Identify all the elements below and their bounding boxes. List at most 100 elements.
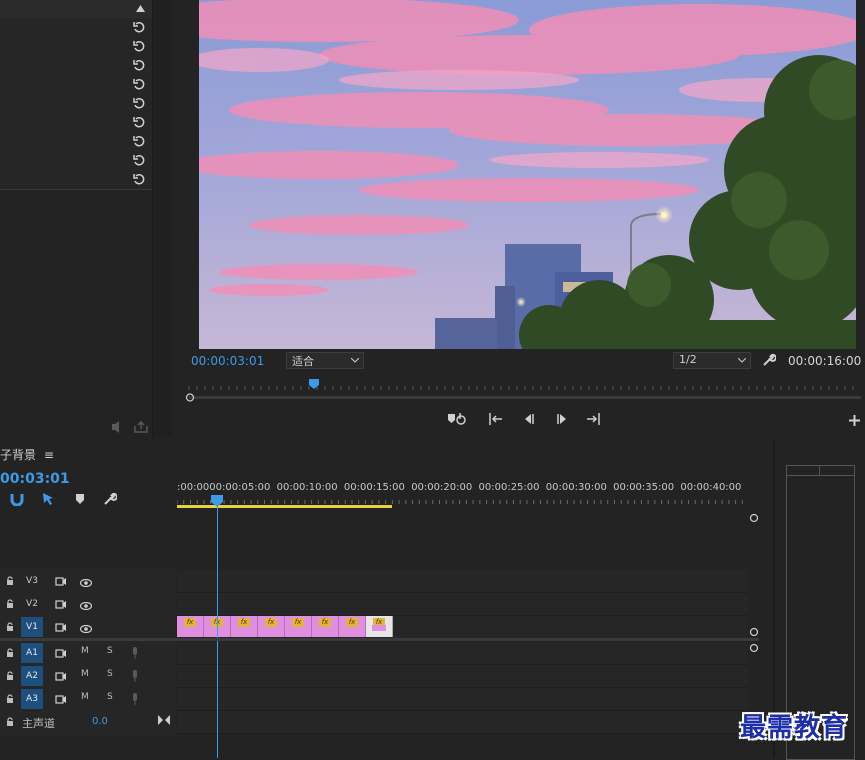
chevron-down-icon [738,358,746,363]
fx-badge[interactable]: fx [238,618,250,627]
reset-parameter-icon[interactable] [133,97,145,109]
video-lane-v2[interactable] [177,593,748,616]
sync-lock-icon[interactable] [55,623,67,632]
reset-parameter-icon[interactable] [133,40,145,52]
mute-button[interactable]: M [81,692,89,702]
sequence-name: 子背景 [0,448,37,462]
wrench-settings-icon[interactable] [762,353,776,367]
sequence-tab[interactable]: 子背景 ≡ [0,446,54,463]
timeline-settings-wrench-icon[interactable] [103,492,117,506]
panel-menu-icon[interactable]: ≡ [44,448,54,462]
add-marker-icon[interactable] [75,493,85,505]
track-target-v2[interactable]: V2 [21,594,43,614]
playhead-timecode[interactable]: 00:00:03:01 [191,354,264,368]
go-to-in-point-icon[interactable] [489,413,503,425]
master-volume-value[interactable]: 0.0 [92,716,108,727]
video-clip[interactable]: fx [258,616,285,637]
sync-lock-icon[interactable] [55,600,67,609]
fx-badge[interactable]: fx [346,618,358,627]
lock-track-icon[interactable] [6,599,14,609]
reset-parameter-icon[interactable] [133,78,145,90]
voiceover-mic-icon[interactable] [131,693,139,705]
mute-button[interactable]: M [81,669,89,679]
add-marker-icon[interactable] [447,412,469,427]
track-target-a2[interactable]: A2 [21,666,43,686]
step-forward-icon[interactable] [555,413,569,425]
effect-property-row[interactable] [0,113,152,133]
video-audio-divider[interactable] [0,638,759,641]
voiceover-mic-icon[interactable] [131,647,139,659]
track-target-a1[interactable]: A1 [21,643,43,663]
linked-selection-icon[interactable] [42,492,56,506]
video-clip[interactable]: fx [231,616,258,637]
effect-property-row[interactable] [0,94,152,114]
effect-property-row[interactable] [0,132,152,152]
add-button-icon[interactable] [849,415,860,426]
lock-track-icon[interactable] [6,694,14,704]
fx-badge[interactable]: fx [319,618,331,627]
solo-button[interactable]: S [107,692,113,702]
go-to-out-point-icon[interactable] [586,413,600,425]
monitor-scrub-bar[interactable] [185,393,861,402]
effect-property-row[interactable] [0,75,152,95]
toggle-visibility-eye-icon[interactable] [79,578,93,588]
reset-parameter-icon[interactable] [133,154,145,166]
audio-lane-a3[interactable] [177,688,748,711]
audio-icon[interactable] [110,421,124,433]
voiceover-mic-icon[interactable] [131,670,139,682]
zoom-fit-select[interactable]: 适合 [286,352,364,369]
monitor-time-ruler[interactable] [185,377,861,391]
lock-track-icon[interactable] [6,576,14,586]
sync-lock-icon[interactable] [55,672,67,681]
video-lane-v3[interactable] [177,570,748,593]
video-clip[interactable]: fx [285,616,312,637]
playback-resolution-select[interactable]: 1/2 [673,352,751,369]
solo-button[interactable]: S [107,646,113,656]
audio-track-header-a3: A3 M S [0,688,176,710]
panel-divider[interactable] [152,0,173,437]
reset-parameter-icon[interactable] [133,116,145,128]
fx-badge[interactable]: fx [265,618,277,627]
effect-property-row[interactable] [0,170,152,190]
fx-badge[interactable]: fx [184,618,196,627]
go-to-end-icon[interactable] [158,715,170,725]
export-icon[interactable] [134,421,148,433]
mute-button[interactable]: M [81,646,89,656]
work-area-bar[interactable] [177,505,392,508]
playhead-line[interactable] [217,500,218,758]
track-target-v3[interactable]: V3 [21,571,43,591]
fx-badge[interactable]: fx [292,618,304,627]
toggle-visibility-eye-icon[interactable] [79,624,93,634]
track-target-a3[interactable]: A3 [21,689,43,709]
sync-lock-icon[interactable] [55,695,67,704]
effect-controls-panel [0,0,152,437]
timeline-timecode[interactable]: 00:03:01 [0,471,70,487]
reset-parameter-icon[interactable] [133,59,145,71]
toggle-visibility-eye-icon[interactable] [79,601,93,611]
effect-property-row[interactable] [0,37,152,57]
reset-parameter-icon[interactable] [133,135,145,147]
step-back-icon[interactable] [522,413,536,425]
video-clip[interactable]: fx [177,616,204,637]
effect-property-row[interactable] [0,151,152,171]
collapse-up-icon[interactable] [136,5,145,12]
track-target-v1[interactable]: V1 [21,617,43,637]
reset-parameter-icon[interactable] [133,173,145,185]
lock-track-icon[interactable] [6,622,14,632]
video-clip[interactable]: fx [339,616,366,637]
lock-track-icon[interactable] [6,648,14,658]
audio-lane-a2[interactable] [177,665,748,688]
reset-parameter-icon[interactable] [133,21,145,33]
audio-lane-a1[interactable] [177,642,748,665]
solo-button[interactable]: S [107,669,113,679]
effect-property-row[interactable] [0,18,152,38]
effect-property-row[interactable] [0,56,152,76]
video-clip[interactable]: fx [312,616,339,637]
lock-track-icon[interactable] [6,717,14,727]
video-clip[interactable]: fx [366,616,393,637]
snap-magnet-icon[interactable] [10,493,24,506]
sync-lock-icon[interactable] [55,649,67,658]
master-lane[interactable] [177,711,748,734]
lock-track-icon[interactable] [6,671,14,681]
sync-lock-icon[interactable] [55,577,67,586]
